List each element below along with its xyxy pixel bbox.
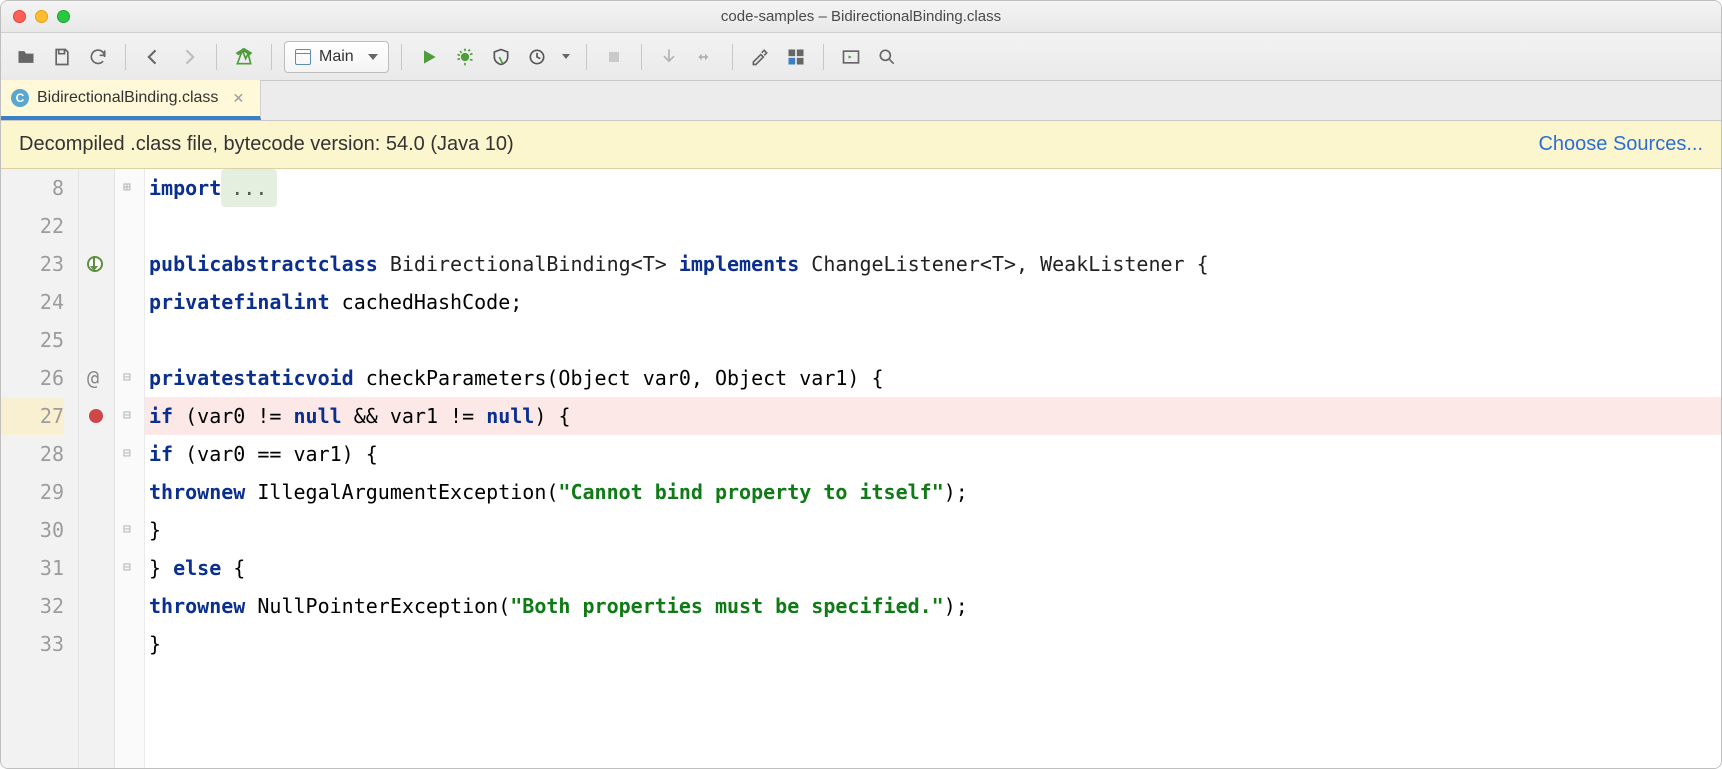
open-file-button[interactable] [11,42,41,72]
profile-dropdown[interactable] [558,42,574,72]
toolbar-separator [586,44,587,70]
editor-tab-active[interactable]: C BidirectionalBinding.class ✕ [1,80,261,120]
code-line[interactable]: throw new NullPointerException("Both pro… [145,587,1721,625]
fold-collapse-icon[interactable]: ⊟ [123,549,131,587]
line-number: 29 [1,473,64,511]
coverage-button[interactable] [486,42,516,72]
line-number: 23 [1,245,64,283]
vcs-commit-button[interactable] [690,42,720,72]
line-number: 30 [1,511,64,549]
run-config-name: Main [319,48,354,66]
code-line[interactable]: private static void checkParameters(Obje… [145,359,1721,397]
main-toolbar: Main [1,33,1721,81]
class-file-icon: C [11,89,29,107]
window-minimize-button[interactable] [35,10,48,23]
toolbar-separator [271,44,272,70]
save-button[interactable] [47,42,77,72]
search-button[interactable] [872,42,902,72]
choose-sources-link[interactable]: Choose Sources... [1538,133,1703,156]
back-button[interactable] [138,42,168,72]
application-icon [295,49,311,65]
build-button[interactable] [229,42,259,72]
line-number: 28 [1,435,64,473]
line-number: 22 [1,207,64,245]
code-line[interactable]: if (var0 == var1) { [145,435,1721,473]
line-number: 33 [1,625,64,663]
vcs-update-button[interactable] [654,42,684,72]
close-tab-button[interactable]: ✕ [232,90,244,107]
code-line-breakpoint[interactable]: if (var0 != null && var1 != null) { [145,397,1721,435]
folded-import-pill[interactable]: ... [221,169,277,207]
code-line[interactable]: private final int cachedHashCode; [145,283,1721,321]
run-button[interactable] [414,42,444,72]
line-number: 25 [1,321,64,359]
code-area[interactable]: import ... public abstract class Bidirec… [145,169,1721,768]
breakpoint-icon[interactable] [89,409,103,423]
code-line[interactable]: throw new IllegalArgumentException("Cann… [145,473,1721,511]
code-editor[interactable]: 8 22 23 24 25 26 27 28 29 30 31 32 33 @ … [1,169,1721,768]
code-line[interactable]: } [145,625,1721,663]
fold-end-icon[interactable]: ⊟ [123,511,131,549]
toolbar-separator [732,44,733,70]
line-number: 24 [1,283,64,321]
line-number-gutter: 8 22 23 24 25 26 27 28 29 30 31 32 33 [1,169,79,768]
window-zoom-button[interactable] [57,10,70,23]
toolbar-separator [823,44,824,70]
fold-collapse-icon[interactable]: ⊟ [123,435,131,473]
titlebar: code-samples – BidirectionalBinding.clas… [1,1,1721,33]
window-close-button[interactable] [13,10,26,23]
line-number: 32 [1,587,64,625]
toolbar-separator [641,44,642,70]
implements-marker-icon[interactable] [87,256,103,272]
line-number: 31 [1,549,64,587]
refresh-button[interactable] [83,42,113,72]
code-line[interactable] [145,321,1721,359]
toolbar-separator [216,44,217,70]
banner-text: Decompiled .class file, bytecode version… [19,133,514,156]
debug-button[interactable] [450,42,480,72]
run-anything-button[interactable] [836,42,866,72]
structure-button[interactable] [781,42,811,72]
line-number: 8 [1,169,64,207]
code-line[interactable]: } [145,511,1721,549]
ide-window: code-samples – BidirectionalBinding.clas… [0,0,1722,769]
editor-tabs: C BidirectionalBinding.class ✕ [1,81,1721,121]
run-config-selector[interactable]: Main [284,41,389,73]
fold-gutter: ⊞ ⊟ ⊟ ⊟ ⊟ ⊟ [115,169,145,768]
fold-collapse-icon[interactable]: ⊟ [123,359,131,397]
forward-button[interactable] [174,42,204,72]
fold-expand-icon[interactable]: ⊞ [123,169,131,207]
code-line[interactable]: } else { [145,549,1721,587]
tab-label: BidirectionalBinding.class [37,89,218,107]
settings-button[interactable] [745,42,775,72]
toolbar-separator [401,44,402,70]
toolbar-separator [125,44,126,70]
code-line[interactable] [145,207,1721,245]
stop-button[interactable] [599,42,629,72]
fold-collapse-icon[interactable]: ⊟ [123,397,131,435]
decompiled-banner: Decompiled .class file, bytecode version… [1,121,1721,169]
line-number: 27 [1,397,64,435]
dropdown-arrow-icon [368,54,378,60]
window-title: code-samples – BidirectionalBinding.clas… [1,8,1721,25]
marker-gutter: @ [79,169,115,768]
annotation-marker-icon[interactable]: @ [87,359,99,397]
profile-button[interactable] [522,42,552,72]
line-number: 26 [1,359,64,397]
code-line[interactable]: import ... [145,169,1721,207]
code-line[interactable]: public abstract class BidirectionalBindi… [145,245,1721,283]
